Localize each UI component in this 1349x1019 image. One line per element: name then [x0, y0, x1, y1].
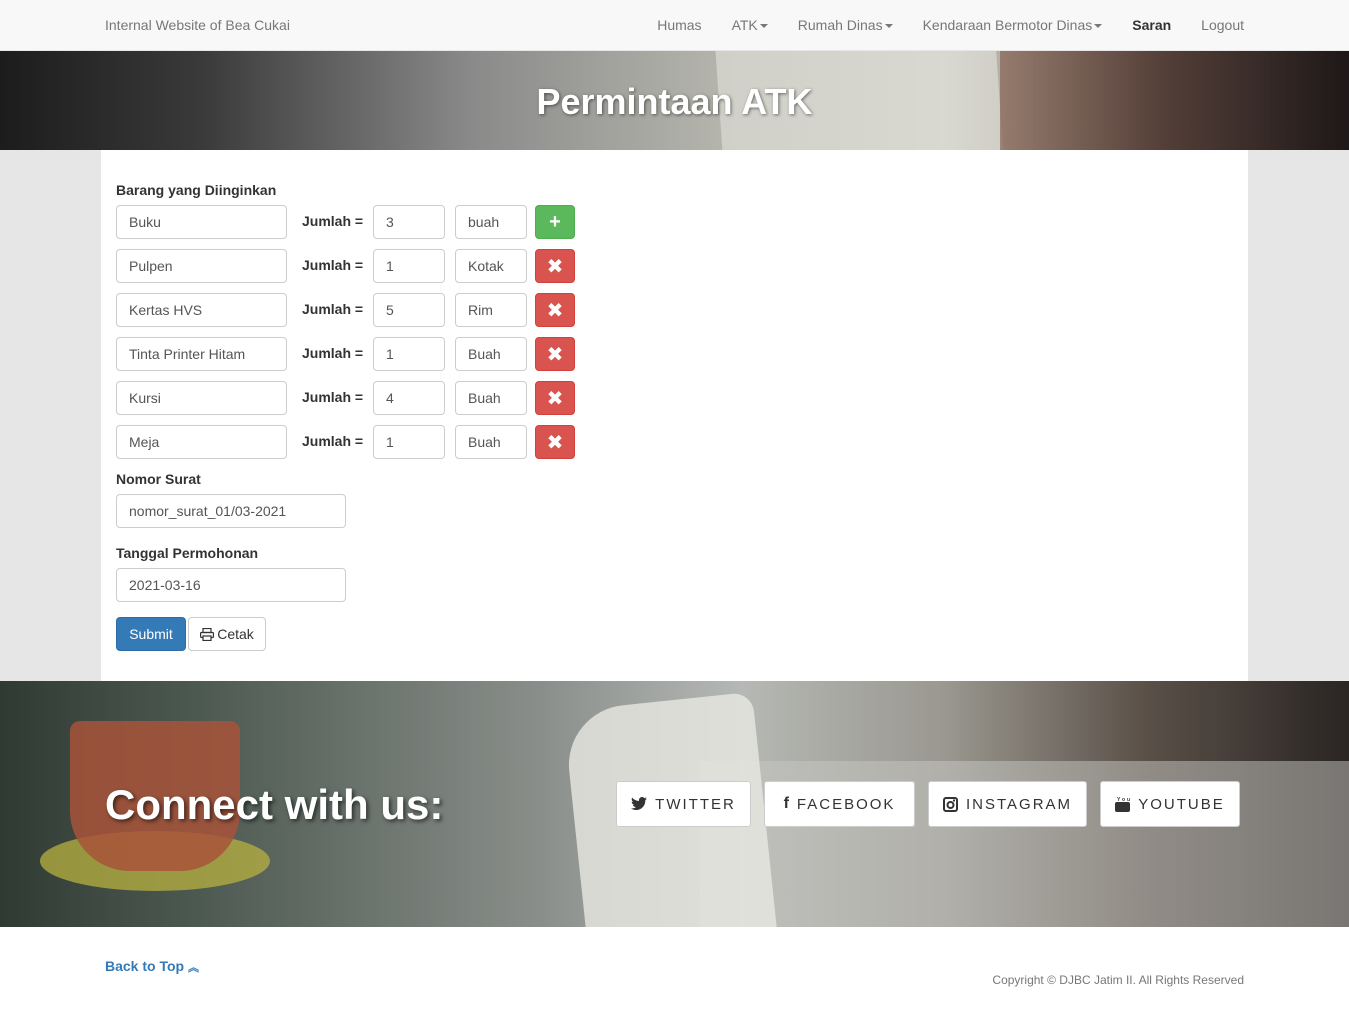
- jumlah-label: Jumlah =: [302, 345, 364, 361]
- unit-input[interactable]: [455, 205, 527, 239]
- youtube-button[interactable]: You YOUTUBE: [1100, 781, 1240, 827]
- nav-item-label: Saran: [1132, 17, 1172, 33]
- unit-input[interactable]: [455, 381, 527, 415]
- jumlah-label: Jumlah =: [302, 213, 364, 229]
- unit-input[interactable]: [455, 293, 527, 327]
- instagram-icon: [942, 796, 958, 812]
- jumlah-label: Jumlah =: [302, 433, 364, 449]
- quantity-input[interactable]: [373, 337, 445, 371]
- nomor-surat-input[interactable]: [116, 494, 346, 528]
- twitter-icon: [631, 797, 648, 810]
- connect-section: Connect with us: TWITTER f FACEBOOK INST…: [0, 681, 1349, 927]
- remove-item-button[interactable]: ✖: [535, 425, 575, 459]
- facebook-button[interactable]: f FACEBOOK: [764, 781, 915, 827]
- facebook-icon: f: [783, 795, 789, 812]
- close-icon: ✖: [546, 431, 564, 454]
- youtube-icon: You: [1115, 797, 1131, 812]
- nav-item-label: Kendaraan Bermotor Dinas: [922, 17, 1093, 33]
- item-name-input[interactable]: [116, 293, 287, 327]
- remove-item-button[interactable]: ✖: [535, 249, 575, 283]
- header-banner: Permintaan ATK: [0, 51, 1349, 150]
- caret-down-icon: [1094, 24, 1103, 29]
- unit-input[interactable]: [455, 425, 527, 459]
- unit-input[interactable]: [455, 249, 527, 283]
- svg-text:You: You: [1117, 797, 1130, 803]
- nav-item-humas[interactable]: Humas: [657, 17, 701, 33]
- navbar: Internal Website of Bea Cukai Humas ATK …: [0, 0, 1349, 51]
- back-to-top-link[interactable]: Back to Top ︽: [105, 958, 199, 975]
- remove-item-button[interactable]: ✖: [535, 337, 575, 371]
- back-to-top-label: Back to Top: [105, 958, 185, 974]
- items-label: Barang yang Diinginkan: [116, 182, 277, 198]
- submit-button[interactable]: Submit: [116, 617, 186, 651]
- quantity-input[interactable]: [373, 381, 445, 415]
- nav-item-atk[interactable]: ATK: [732, 17, 768, 33]
- copyright-text: Copyright © DJBC Jatim II. All Rights Re…: [992, 973, 1244, 987]
- caret-down-icon: [884, 24, 893, 29]
- nav-item-label: Logout: [1201, 17, 1244, 33]
- add-item-button[interactable]: +: [535, 205, 575, 239]
- tanggal-label: Tanggal Permohonan: [116, 545, 259, 561]
- print-button-label: Cetak: [217, 626, 254, 642]
- close-icon: ✖: [546, 299, 564, 322]
- unit-input[interactable]: [455, 337, 527, 371]
- close-icon: ✖: [546, 343, 564, 366]
- nomor-surat-label: Nomor Surat: [116, 471, 201, 487]
- quantity-input[interactable]: [373, 205, 445, 239]
- quantity-input[interactable]: [373, 425, 445, 459]
- facebook-label: FACEBOOK: [796, 795, 896, 813]
- item-name-input[interactable]: [116, 425, 287, 459]
- nav-item-logout[interactable]: Logout: [1201, 17, 1244, 33]
- twitter-button[interactable]: TWITTER: [616, 781, 751, 827]
- caret-down-icon: [759, 24, 768, 29]
- close-icon: ✖: [546, 255, 564, 278]
- print-icon: [200, 627, 215, 641]
- brand-link[interactable]: Internal Website of Bea Cukai: [105, 17, 290, 33]
- tanggal-input[interactable]: [116, 568, 346, 602]
- twitter-label: TWITTER: [655, 795, 736, 813]
- nav-item-rumah-dinas[interactable]: Rumah Dinas: [798, 17, 893, 33]
- item-name-input[interactable]: [116, 205, 287, 239]
- plus-icon: +: [549, 210, 561, 233]
- nav-item-label: Rumah Dinas: [797, 17, 883, 33]
- instagram-button[interactable]: INSTAGRAM: [928, 781, 1087, 827]
- item-name-input[interactable]: [116, 337, 287, 371]
- double-chevron-up-icon: ︽: [187, 962, 199, 974]
- youtube-label: YOUTUBE: [1138, 795, 1225, 813]
- jumlah-label: Jumlah =: [302, 301, 364, 317]
- page-title: Permintaan ATK: [536, 81, 813, 122]
- instagram-label: INSTAGRAM: [965, 795, 1073, 813]
- nav-item-label: Humas: [657, 17, 702, 33]
- quantity-input[interactable]: [373, 293, 445, 327]
- nav-menu: Humas ATK Rumah Dinas Kendaraan Bermotor…: [657, 17, 1244, 33]
- remove-item-button[interactable]: ✖: [535, 293, 575, 327]
- nav-item-label: ATK: [731, 17, 758, 33]
- connect-heading: Connect with us:: [105, 781, 444, 828]
- print-button[interactable]: Cetak: [188, 617, 266, 651]
- remove-item-button[interactable]: ✖: [535, 381, 575, 415]
- item-name-input[interactable]: [116, 249, 287, 283]
- nav-item-saran[interactable]: Saran: [1132, 17, 1171, 33]
- close-icon: ✖: [546, 387, 564, 410]
- item-name-input[interactable]: [116, 381, 287, 415]
- jumlah-label: Jumlah =: [302, 389, 364, 405]
- quantity-input[interactable]: [373, 249, 445, 283]
- nav-item-kendaraan[interactable]: Kendaraan Bermotor Dinas: [923, 17, 1103, 33]
- jumlah-label: Jumlah =: [302, 257, 364, 273]
